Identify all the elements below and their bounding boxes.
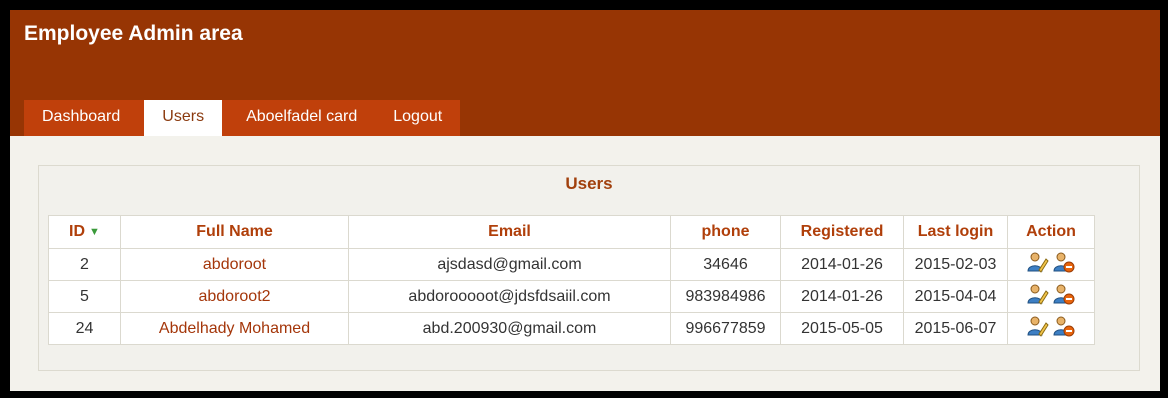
table-row: 24 Abdelhady Mohamed abd.200930@gmail.co… (48, 312, 1095, 345)
nav-tabs: Dashboard Users Aboelfadel card Logout (24, 100, 461, 136)
users-panel-title: Users (565, 174, 613, 193)
row-actions (1027, 315, 1075, 337)
column-header-phone[interactable]: phone (670, 215, 781, 249)
cell-id: 2 (48, 248, 121, 281)
cell-last-login: 2015-06-07 (903, 312, 1008, 345)
cell-last-login: 2015-02-03 (903, 248, 1008, 281)
cell-email: abd.200930@gmail.com (348, 312, 671, 345)
cell-action (1007, 248, 1095, 281)
column-header-full-name[interactable]: Full Name (120, 215, 349, 249)
tab-aboelfadel-card[interactable]: Aboelfadel card (228, 100, 375, 136)
users-table-body: 2 abdoroot ajsdasd@gmail.com 34646 2014-… (48, 248, 1095, 345)
header: Employee Admin area Dashboard Users Aboe… (10, 10, 1160, 136)
cell-phone: 983984986 (670, 280, 781, 313)
row-actions (1027, 251, 1075, 273)
column-header-id[interactable]: ID ▼ (48, 215, 121, 249)
app-title: Employee Admin area (24, 22, 243, 45)
tab-dashboard[interactable]: Dashboard (24, 100, 138, 136)
cell-full-name[interactable]: abdoroot2 (120, 280, 349, 313)
cell-email: abdorooooot@jdsfdsaiil.com (348, 280, 671, 313)
app-window: Employee Admin area Dashboard Users Aboe… (10, 10, 1160, 391)
cell-full-name[interactable]: abdoroot (120, 248, 349, 281)
tab-users[interactable]: Users (144, 100, 223, 136)
table-row: 5 abdoroot2 abdorooooot@jdsfdsaiil.com 9… (48, 280, 1095, 313)
column-header-email[interactable]: Email (348, 215, 671, 249)
table-row: 2 abdoroot ajsdasd@gmail.com 34646 2014-… (48, 248, 1095, 281)
delete-user-icon[interactable] (1053, 283, 1075, 305)
column-header-label: ID (69, 223, 86, 240)
edit-user-icon[interactable] (1027, 251, 1049, 273)
cell-registered: 2015-05-05 (780, 312, 904, 345)
cell-last-login: 2015-04-04 (903, 280, 1008, 313)
users-table: ID ▼ Full Name Email phone Registered Las… (48, 215, 1095, 345)
cell-id: 24 (48, 312, 121, 345)
tab-logout[interactable]: Logout (375, 100, 460, 136)
cell-action (1007, 280, 1095, 313)
cell-id: 5 (48, 280, 121, 313)
delete-user-icon[interactable] (1053, 251, 1075, 273)
column-header-registered[interactable]: Registered (780, 215, 904, 249)
column-header-action: Action (1007, 215, 1095, 249)
cell-phone: 34646 (670, 248, 781, 281)
cell-email: ajsdasd@gmail.com (348, 248, 671, 281)
cell-action (1007, 312, 1095, 345)
edit-user-icon[interactable] (1027, 283, 1049, 305)
cell-registered: 2014-01-26 (780, 280, 904, 313)
users-panel: Users ID ▼ Full Name Email phone Register… (38, 165, 1140, 371)
cell-registered: 2014-01-26 (780, 248, 904, 281)
column-header-last-login[interactable]: Last login (903, 215, 1008, 249)
edit-user-icon[interactable] (1027, 315, 1049, 337)
sort-down-arrow-icon: ▼ (89, 226, 100, 238)
cell-phone: 996677859 (670, 312, 781, 345)
delete-user-icon[interactable] (1053, 315, 1075, 337)
cell-full-name[interactable]: Abdelhady Mohamed (120, 312, 349, 345)
table-header-row: ID ▼ Full Name Email phone Registered Las… (48, 215, 1095, 249)
row-actions (1027, 283, 1075, 305)
